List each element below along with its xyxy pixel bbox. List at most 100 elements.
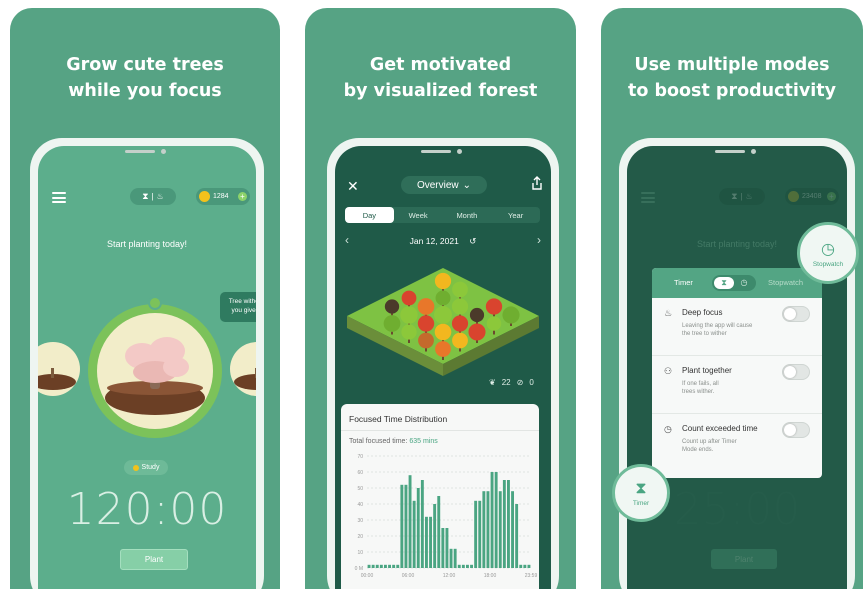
chevron-down-icon: ⌄: [462, 179, 472, 191]
chart-bar: [527, 564, 531, 568]
headline: Grow cute trees while you focus: [10, 52, 280, 104]
tree-crown: [435, 290, 451, 306]
chart-bar: [494, 472, 498, 568]
timer-mode-badge[interactable]: ⧗ Timer: [612, 464, 670, 522]
phone-screen: ⧗ | ♨ 1284 + Start planting today! Tree …: [38, 146, 256, 589]
phone-notch: [119, 146, 175, 156]
tree-crown: [400, 306, 418, 324]
start-planting-text: Start planting today!: [106, 239, 188, 249]
hourglass-icon: ⧗: [635, 479, 647, 497]
phone-frame: ⧗ | ♨ 1284 + Start planting today! Tree …: [30, 138, 264, 589]
tag-label: Study: [141, 464, 160, 471]
sapling-preview-right[interactable]: [230, 342, 256, 396]
menu-icon[interactable]: [52, 192, 66, 203]
option-title: Plant together: [682, 366, 732, 375]
chart-bar: [482, 491, 486, 568]
focus-distribution-card: Focused Time Distribution Total focused …: [341, 404, 539, 589]
phone-frame: ✕ Overview ⌄ Day Week Month Year ‹ Jan 1…: [327, 138, 559, 589]
tab-stopwatch[interactable]: Stopwatch: [768, 278, 803, 287]
tree-crown: [434, 306, 452, 324]
tree-progress-ring[interactable]: [88, 304, 222, 438]
option-title: Count exceeded time: [682, 424, 758, 433]
chart-bar: [384, 564, 387, 568]
dead-tree-icon: ⊘: [516, 378, 524, 387]
y-tick-label: 0 M: [355, 566, 363, 572]
tooltip-line-1: Tree withers if: [228, 298, 256, 305]
period-segmented-control[interactable]: Day Week Month Year: [345, 207, 540, 223]
tree-crown: [485, 298, 503, 315]
stopwatch-icon: ◷: [821, 240, 835, 258]
y-tick-label: 20: [357, 534, 363, 540]
x-tick-label: 00:00: [361, 573, 374, 579]
x-tick-label: 18:00: [484, 573, 497, 579]
mode-settings-dialog: Timer ⧗ ◷ Stopwatch ♨ Deep focus Leaving…: [652, 268, 822, 478]
mode-selector[interactable]: ⧗ | ♨: [130, 188, 176, 205]
count-exceeded-toggle[interactable]: [782, 422, 810, 438]
tree-crown: [434, 323, 452, 341]
chart-bar: [412, 500, 416, 568]
reset-icon[interactable]: ↺: [469, 236, 476, 246]
tree-crown: [502, 306, 520, 324]
next-date-arrow[interactable]: ›: [537, 233, 541, 247]
tree-crown: [434, 272, 452, 290]
segment-month[interactable]: Month: [443, 207, 492, 223]
chart-bar: [425, 516, 428, 568]
chart-bar: [490, 472, 494, 568]
chart-bar: [474, 500, 478, 568]
stopwatch-icon: ◷: [664, 424, 672, 434]
tab-timer[interactable]: Timer: [674, 278, 693, 287]
people-icon: ⚇: [664, 366, 673, 376]
focus-bar-chart: 0 M 10 20 30 40 50 60 70 00:00 06:00 12:00 18:00 23:…: [355, 454, 538, 579]
chart-bar: [388, 564, 391, 568]
plus-icon[interactable]: +: [238, 192, 247, 201]
y-tick-label: 60: [357, 470, 363, 476]
option-description: Leaving the app will cause the tree to w…: [682, 323, 753, 337]
tree-crown: [452, 281, 468, 298]
chart-bar: [498, 491, 502, 568]
coin-balance[interactable]: 1284 +: [196, 188, 250, 205]
card-title: Focused Time Distribution: [349, 414, 448, 424]
hourglass-icon: ⧗: [714, 277, 734, 289]
deep-focus-toggle[interactable]: [782, 306, 810, 322]
timer-drag-handle[interactable]: [148, 296, 162, 310]
plant-together-toggle[interactable]: [782, 364, 810, 380]
option-description: If one fails, all trees wither.: [682, 381, 719, 395]
coin-icon: [199, 191, 210, 202]
option-count-exceeded-time: ◷ Count exceeded time Count up after Tim…: [652, 414, 822, 472]
tree-crown: [417, 298, 435, 315]
close-icon[interactable]: ✕: [347, 178, 359, 195]
segment-week[interactable]: Week: [394, 207, 443, 223]
phone-notch: [415, 146, 471, 156]
sapling-preview-left[interactable]: [38, 342, 80, 396]
hourglass-icon: ⧗: [142, 191, 149, 201]
segment-day[interactable]: Day: [345, 207, 394, 223]
chart-bar: [461, 564, 465, 568]
phone-notch: [709, 146, 765, 156]
segment-year[interactable]: Year: [491, 207, 540, 223]
y-tick-label: 50: [357, 486, 363, 492]
tree-crown: [468, 323, 486, 341]
chart-bar: [519, 564, 523, 568]
share-icon[interactable]: [531, 176, 543, 190]
chart-bar: [441, 528, 445, 568]
x-tick-label: 12:00: [443, 573, 456, 579]
tooltip-line-2: you give up!: [231, 307, 256, 314]
stopwatch-icon: ◷: [740, 278, 748, 287]
dead-tree-count: 0: [529, 378, 534, 387]
tree-crown: [486, 316, 502, 331]
tree-count: 22: [501, 378, 511, 387]
chart-bar: [523, 564, 527, 568]
headline-line-2: by visualized forest: [343, 81, 538, 101]
chart-bar: [486, 491, 490, 568]
dropdown-label: Overview: [416, 179, 459, 191]
tag-selector[interactable]: Study: [124, 460, 168, 475]
overview-dropdown[interactable]: Overview ⌄: [401, 176, 487, 194]
headline: Use multiple modes to boost productivity: [601, 52, 863, 104]
stopwatch-badge-label: Stopwatch: [812, 260, 844, 268]
headline-line-1: Get motivated: [369, 55, 512, 75]
chart-bar: [453, 548, 457, 568]
tag-color-dot: [132, 464, 139, 471]
stopwatch-mode-badge[interactable]: ◷ Stopwatch: [797, 222, 859, 284]
plant-button[interactable]: Plant: [120, 549, 188, 570]
mode-toggle[interactable]: ⧗ ◷: [712, 275, 756, 291]
